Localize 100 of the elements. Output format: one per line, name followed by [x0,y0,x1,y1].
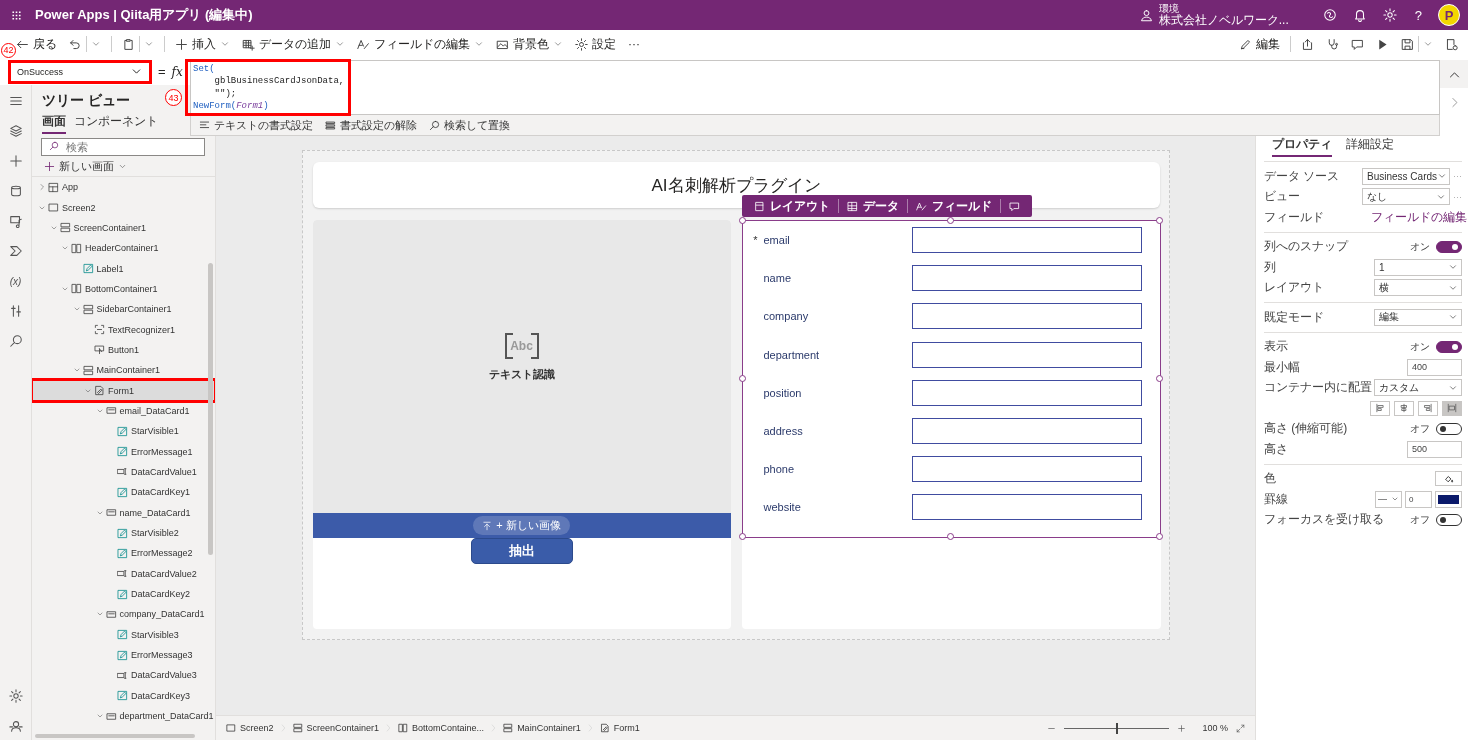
extract-button[interactable]: 抽出 [470,538,573,564]
swirl-icon[interactable] [1322,8,1337,22]
tree-item[interactable]: DataCardKey2 [32,583,215,605]
flow-icon[interactable] [8,244,23,258]
input-field[interactable] [911,227,1142,253]
search-icon[interactable] [8,334,23,348]
tree-item[interactable]: StarVisible2 [32,522,215,544]
color-picker-button[interactable] [1435,471,1462,487]
field-edit-button[interactable]: フィールドの編集 [355,33,486,55]
breadcrumb[interactable]: Screen2 [226,723,274,733]
tree-item[interactable]: App [32,177,215,198]
tools-icon[interactable] [8,304,23,318]
property-dropdown[interactable]: なし [1362,188,1450,206]
avatar[interactable]: P [1438,4,1460,26]
tree-item[interactable]: ScreenContainer1 [32,217,215,239]
border-width-field[interactable]: 0 [1405,490,1432,508]
help-button[interactable]: ? [1414,7,1422,23]
tree-item[interactable]: StarVisible1 [32,421,215,442]
search-field[interactable]: 検索 [41,138,205,156]
tree-item[interactable]: DataCardKey3 [32,685,215,706]
number-field[interactable]: 400 [1407,358,1462,376]
app-launcher-icon[interactable] [10,8,23,22]
format-action-button[interactable]: テキストの書式設定 [199,117,313,133]
form-toolbar-button[interactable]: データ [838,199,908,213]
tree-item[interactable]: name_DataCard1 [32,502,215,523]
resize-handle[interactable] [1155,375,1163,382]
input-field[interactable] [911,341,1142,368]
tree-item[interactable]: company_DataCard1 [32,604,215,625]
toggle-switch[interactable] [1436,513,1462,526]
tree-item[interactable]: department_DataCard1 [32,705,215,727]
database-icon[interactable] [8,184,23,198]
resize-handle[interactable] [738,217,746,224]
tree-item[interactable]: DataCardValue2 [32,563,215,584]
environment-name[interactable]: 株式会社ノベルワーク... [1158,14,1289,26]
scrollbar[interactable] [35,734,195,738]
media-icon[interactable] [8,214,23,228]
resize-handle[interactable] [1155,533,1163,540]
tree-item[interactable]: HeaderContainer1 [32,238,215,259]
input-field[interactable] [911,265,1142,292]
property-dropdown[interactable]: 編集 [1374,308,1462,326]
panel-tab[interactable]: 詳細設定 [1346,135,1394,157]
more-button[interactable]: ··· [626,35,642,53]
tree-item[interactable]: StarVisible3 [32,624,215,645]
breadcrumb[interactable]: Form1 [599,723,640,733]
panel-tab[interactable]: コンポーネント [74,112,158,134]
plus-button[interactable]: 挿入 [173,33,232,55]
tree-item[interactable]: TextRecognizer1 [32,319,215,340]
scrollbar[interactable] [208,263,213,555]
breadcrumb[interactable]: BottomContaine... [398,723,485,733]
edit-fields-link[interactable]: フィールドの編集 [1371,208,1467,226]
tree-item[interactable]: Button1 [32,339,215,361]
form-toolbar-button[interactable]: フィールド [907,199,1001,213]
tree-item[interactable]: ErrorMessage2 [32,543,215,564]
property-dropdown[interactable]: Business Cards [1362,167,1450,185]
format-action-button[interactable]: 書式設定の解除 [325,117,417,133]
input-field[interactable] [911,456,1142,483]
breadcrumb[interactable]: MainContainer1 [503,723,581,733]
settings-icon[interactable] [8,689,23,703]
pencil-button[interactable]: 編集 [1237,33,1282,55]
align-option-button[interactable] [1394,400,1414,416]
tree-item[interactable]: DataCardValue3 [32,665,215,686]
input-field[interactable] [911,417,1142,444]
text-recognizer[interactable]: Abc テキスト認識 [312,220,731,513]
tree-item[interactable]: Label1 [32,258,215,279]
toggle-switch[interactable] [1436,240,1462,253]
account-icon[interactable] [8,719,23,733]
tree-item[interactable]: ErrorMessage1 [32,441,215,462]
align-option-button[interactable] [1370,400,1390,416]
property-dropdown[interactable]: 1 [1374,258,1462,276]
tree-item[interactable]: DataCardValue1 [32,461,215,483]
menu-icon[interactable] [8,94,23,108]
new-screen-button[interactable]: 新しい画面 [44,159,127,174]
property-dropdown[interactable]: 横 [1374,279,1462,297]
tree-item[interactable]: BottomContainer1 [32,278,215,300]
breadcrumb[interactable]: ScreenContainer1 [292,723,380,733]
input-field[interactable] [911,494,1142,521]
expand-icon[interactable] [1236,723,1245,733]
form-toolbar-button[interactable]: レイアウト [745,199,839,213]
tree-item[interactable]: ErrorMessage3 [32,644,215,666]
zoom-in-icon[interactable] [1177,723,1187,733]
input-field[interactable] [911,303,1142,330]
resize-handle[interactable] [738,533,746,540]
settings-button[interactable]: 設定 [573,33,618,55]
align-option-button[interactable] [1442,400,1462,416]
number-field[interactable]: 500 [1407,440,1462,458]
tree-item[interactable]: MainContainer1 [32,360,215,381]
resize-handle[interactable] [1155,217,1163,224]
panel-tab[interactable]: プロパティ [1272,135,1332,157]
resize-handle[interactable] [947,533,954,540]
layers-icon[interactable] [8,124,23,138]
bell-icon[interactable] [1352,8,1367,22]
border-style-dropdown[interactable]: — [1375,490,1402,508]
resize-handle[interactable] [738,375,746,382]
border-color-swatch[interactable] [1435,490,1462,508]
table-plus-button[interactable]: データの追加 [240,33,347,55]
property-dropdown[interactable]: カスタム [1374,379,1462,397]
back-arrow-button[interactable]: 戻る [14,33,59,55]
tree-item[interactable]: Screen2 [32,197,215,218]
upload-button[interactable]: + 新しい画像 [473,516,570,535]
variables-button[interactable]: (x) [7,273,24,289]
